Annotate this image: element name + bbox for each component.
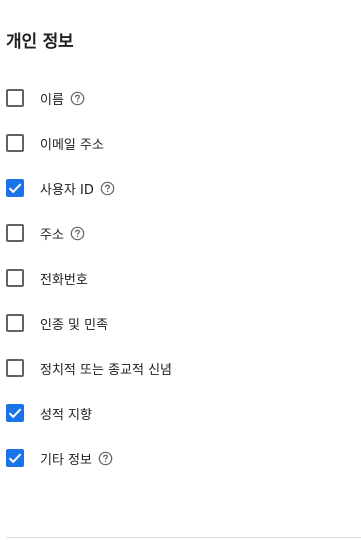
data-type-checklist: 이름 이메일 주소 사용자 ID 주소 전화번호 인종 및 민족 정치적 또는 …: [0, 76, 361, 481]
option-email[interactable]: 이메일 주소: [0, 121, 361, 166]
option-label: 이메일 주소: [40, 138, 104, 153]
option-address[interactable]: 주소: [0, 211, 361, 256]
personal-info-panel: 개인 정보 이름 이메일 주소 사용자 ID 주소 전화번호 인종 및 민족 정: [0, 0, 361, 540]
option-name[interactable]: 이름: [0, 76, 361, 121]
checkmark-icon: [8, 408, 22, 419]
checkbox[interactable]: [6, 89, 24, 107]
option-label: 인종 및 민족: [40, 318, 109, 333]
option-political-religious-beliefs[interactable]: 정치적 또는 종교적 신념: [0, 346, 361, 391]
option-label: 사용자 ID: [40, 183, 94, 198]
checkbox[interactable]: [6, 179, 24, 197]
option-label: 기타 정보: [40, 453, 92, 468]
checkmark-icon: [8, 453, 22, 464]
option-race-ethnicity[interactable]: 인종 및 민족: [0, 301, 361, 346]
option-label: 주소: [40, 228, 64, 243]
option-other-info[interactable]: 기타 정보: [0, 436, 361, 481]
option-label: 성적 지향: [40, 408, 92, 423]
option-sexual-orientation[interactable]: 성적 지향: [0, 391, 361, 436]
bottom-divider: [6, 537, 361, 538]
checkbox[interactable]: [6, 224, 24, 242]
checkbox[interactable]: [6, 269, 24, 287]
checkbox[interactable]: [6, 449, 24, 467]
checkmark-icon: [8, 183, 22, 194]
option-label: 전화번호: [40, 273, 88, 288]
option-user-id[interactable]: 사용자 ID: [0, 166, 361, 211]
checkbox[interactable]: [6, 134, 24, 152]
checkbox[interactable]: [6, 359, 24, 377]
help-circle-icon[interactable]: [98, 451, 113, 466]
section-title: 개인 정보: [6, 32, 74, 52]
checkbox[interactable]: [6, 314, 24, 332]
option-label: 이름: [40, 93, 64, 108]
option-phone[interactable]: 전화번호: [0, 256, 361, 301]
option-label: 정치적 또는 종교적 신념: [40, 363, 172, 378]
checkbox[interactable]: [6, 404, 24, 422]
help-circle-icon[interactable]: [70, 91, 85, 106]
help-circle-icon[interactable]: [100, 181, 115, 196]
help-circle-icon[interactable]: [70, 226, 85, 241]
